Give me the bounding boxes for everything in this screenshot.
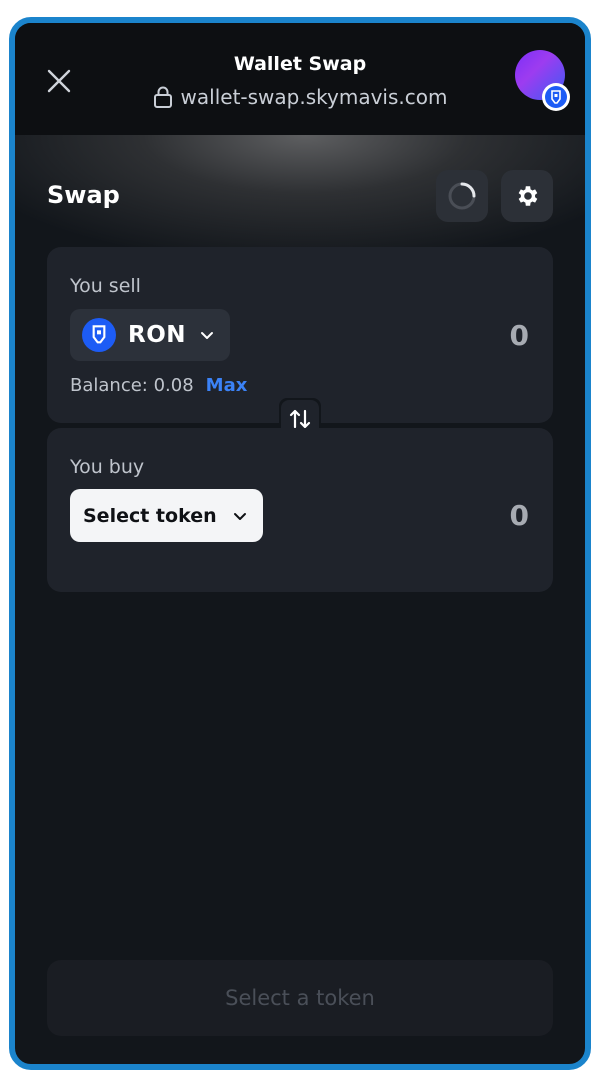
buy-amount[interactable]: 0 [510,499,529,532]
ronin-icon [551,89,561,104]
sell-token-selector[interactable]: RON [70,309,231,361]
buy-card: You buy Select token 0 [47,428,553,592]
ronin-badge [542,83,570,111]
chevron-down-icon [233,512,246,520]
page-title: Wallet Swap [233,53,367,75]
chevron-down-icon [201,332,214,339]
url-display: wallet-swap.skymavis.com [15,85,585,109]
app-frame: Wallet Swap wallet-swap.skymavis.com Swa… [9,17,591,1070]
balance-text: Balance: 0.08 [70,375,194,396]
sell-label: You sell [70,275,141,297]
settings-button[interactable] [501,170,553,222]
select-token-label: Select token [83,504,217,527]
select-a-token-button[interactable]: Select a token [47,960,553,1036]
url-text: wallet-swap.skymavis.com [180,85,448,109]
sell-amount[interactable]: 0 [510,319,529,352]
buy-label: You buy [70,456,145,478]
lock-icon [153,86,173,108]
refresh-button[interactable] [436,170,488,222]
swap-title: Swap [47,181,120,209]
browser-header: Wallet Swap wallet-swap.skymavis.com [15,23,585,135]
buy-token-selector[interactable]: Select token [70,489,263,542]
sell-token-name: RON [128,322,187,348]
ronin-icon [82,318,116,352]
sell-card: You sell RON 0 Balance: 0.08 Max [47,247,553,423]
balance-row: Balance: 0.08 Max [70,375,247,396]
spinner-icon [448,182,476,210]
gear-icon [518,186,538,206]
max-button[interactable]: Max [206,375,248,396]
